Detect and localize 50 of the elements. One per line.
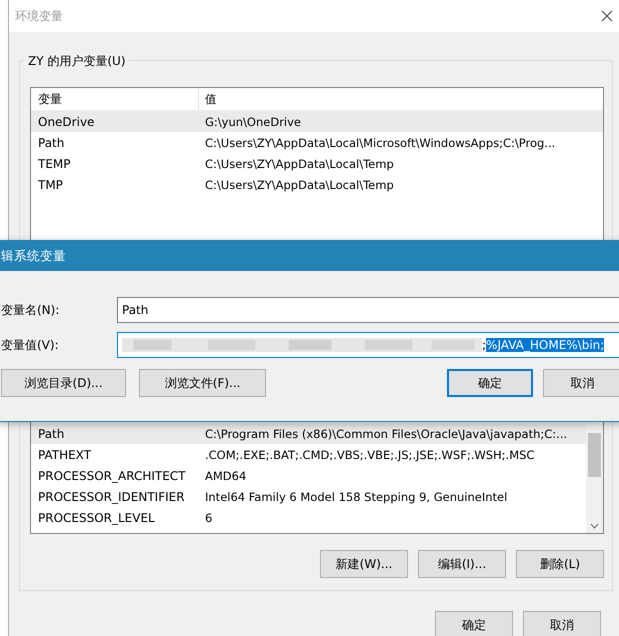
variable-name: Path	[37, 426, 66, 440]
variable-value: C:\Program Files (x86)\Common Files\Oracle\Java\javapath;C:...	[204, 426, 568, 440]
variable-name: TMP	[37, 178, 64, 192]
variable-value: AMD64	[204, 468, 246, 482]
list-row[interactable]: Path C:\Program Files (x86)\Common Files\Oracle\Java\javapath;C:...	[31, 423, 586, 444]
variable-value: C:\Users\ZY\AppData\Local\Temp	[204, 156, 394, 170]
group-label: ZY 的用户变量(U)	[25, 53, 129, 70]
variable-value: .COM;.EXE;.BAT;.CMD;.VBS;.VBE;.JS;.JSE;.WSF;.WSH;.MSC	[204, 448, 534, 462]
list-row[interactable]: PROCESSOR_LEVEL 6	[31, 507, 586, 528]
list-row[interactable]: OneDrive G:\yun\OneDrive	[31, 111, 603, 132]
list-row[interactable]: TEMP C:\Users\ZY\AppData\Local\Temp	[31, 153, 603, 174]
variable-name: OneDrive	[37, 114, 96, 128]
variable-value: G:\yun\OneDrive	[204, 114, 301, 128]
field-label: 变量名(N):	[1, 302, 60, 318]
dialog-button[interactable]: 编辑(I)...	[418, 550, 506, 578]
input-field[interactable]: Path	[117, 297, 619, 323]
dialog-button[interactable]: 浏览目录(D)...	[1, 369, 126, 397]
dialog-button[interactable]: 取消	[542, 369, 619, 397]
variable-name: Path	[37, 136, 66, 150]
list-row[interactable]: PROCESSOR_IDENTIFIER Intel64 Family 6 Model 158 Stepping 9, GenuineIntel	[31, 486, 586, 507]
list-row[interactable]: Path C:\Users\ZY\AppData\Local\Microsoft\WindowsApps;C:\Prog...	[31, 132, 603, 153]
field-text: %JAVA_HOME%\bin;	[486, 338, 604, 352]
column-header[interactable]: 变量	[31, 88, 199, 110]
list-row[interactable]: PATHEXT .COM;.EXE;.BAT;.CMD;.VBS;.VBE;.JS;.JSE;.WSF;.WSH;.MSC	[31, 444, 586, 465]
close-icon[interactable]	[601, 10, 613, 22]
dialog-title: 辑系统变量	[1, 248, 66, 264]
scroll-down-icon[interactable]	[590, 523, 599, 529]
input-field[interactable]: ;%JAVA_HOME%\bin;	[117, 332, 619, 358]
dialog-button[interactable]: 新建(W)...	[320, 550, 408, 578]
dialog-button[interactable]: 确定	[447, 369, 533, 397]
window-title: 环境变量	[15, 8, 63, 24]
list-row[interactable]: TMP C:\Users\ZY\AppData\Local\Temp	[31, 174, 603, 195]
cancel-button[interactable]: 取消	[523, 611, 601, 636]
variable-value: C:\Users\ZY\AppData\Local\Temp	[204, 178, 394, 192]
field-text: ;	[482, 338, 486, 352]
dialog-button[interactable]: 浏览文件(F)...	[139, 369, 266, 397]
column-header[interactable]: 值	[199, 88, 217, 110]
variable-name: PROCESSOR_IDENTIFIER	[37, 490, 186, 504]
dialog-button[interactable]: 删除(L)	[516, 550, 604, 578]
variable-name: PROCESSOR_ARCHITECT	[37, 468, 187, 482]
variable-name: PATHEXT	[37, 448, 92, 462]
list-row[interactable]: PROCESSOR_ARCHITECT AMD64	[31, 465, 586, 486]
field-label: 变量值(V):	[1, 336, 60, 354]
variable-value: C:\Users\ZY\AppData\Local\Microsoft\WindowsApps;C:\Prog...	[204, 136, 556, 150]
scrollbar[interactable]	[586, 423, 603, 533]
variable-value: 6	[204, 510, 212, 524]
ok-button[interactable]: 确定	[435, 611, 513, 636]
variable-name: PROCESSOR_LEVEL	[37, 510, 156, 524]
variable-value: Intel64 Family 6 Model 158 Stepping 9, GenuineIntel	[204, 490, 508, 504]
variable-name: TEMP	[37, 156, 72, 170]
